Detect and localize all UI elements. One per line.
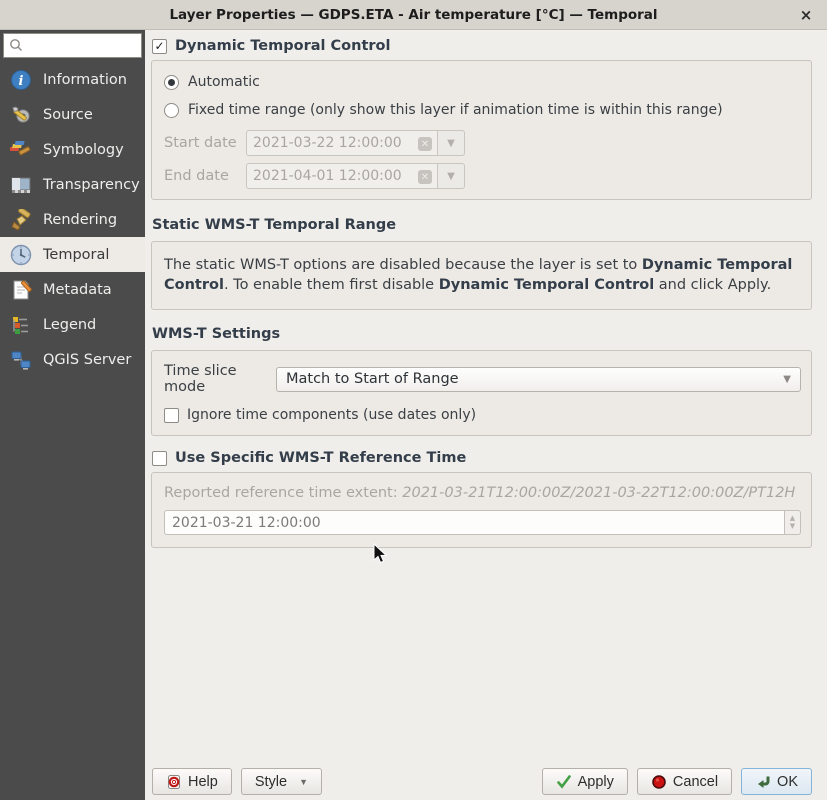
layer-properties-dialog: Layer Properties — GDPS.ETA - Air temper… <box>0 0 827 800</box>
start-date-row: Start date 2021-03-22 12:00:00✕ ▼ <box>164 130 801 156</box>
help-icon <box>166 774 182 790</box>
time-slice-mode-row: Time slice mode Match to Start of Range … <box>164 363 801 395</box>
titlebar[interactable]: Layer Properties — GDPS.ETA - Air temper… <box>0 0 827 30</box>
sidebar-item-qgis-server[interactable]: QGIS Server <box>0 342 145 377</box>
dialog-title: Layer Properties — GDPS.ETA - Air temper… <box>169 7 657 23</box>
checkbox-unchecked-icon[interactable] <box>164 408 179 423</box>
temporal-panel: ✓ Dynamic Temporal Control Automatic Fix… <box>145 30 827 800</box>
reference-time-field: 2021-03-21 12:00:00 ▲▼ <box>164 510 801 535</box>
search-input[interactable] <box>3 33 142 58</box>
properties-sidebar: i Information Source Symbology <box>0 30 145 800</box>
radio-selected-icon[interactable] <box>164 75 179 90</box>
clear-icon[interactable]: ✕ <box>418 137 432 151</box>
chevron-down-icon: ▼ <box>299 777 308 787</box>
checkbox-unchecked-icon[interactable] <box>152 451 167 466</box>
qgis-server-icon <box>9 348 33 372</box>
cancel-button-label: Cancel <box>673 774 718 790</box>
ok-button-label: OK <box>777 774 798 790</box>
sidebar-item-label: Metadata <box>43 282 112 298</box>
sidebar-item-source[interactable]: Source <box>0 97 145 132</box>
source-icon <box>9 103 33 127</box>
close-icon[interactable]: × <box>795 0 817 30</box>
static-wmst-heading: Static WMS-T Temporal Range <box>152 217 812 233</box>
sidebar-item-label: Source <box>43 107 93 123</box>
ignore-time-components-checkbox[interactable]: Ignore time components (use dates only) <box>164 407 801 423</box>
sidebar-item-label: Information <box>43 72 127 88</box>
sidebar-item-label: Temporal <box>43 247 109 263</box>
sidebar-item-label: Transparency <box>43 177 140 193</box>
spinner-buttons[interactable]: ▲▼ <box>784 510 801 535</box>
temporal-icon <box>9 243 33 267</box>
reported-reference-extent: Reported reference time extent: 2021-03-… <box>164 485 801 501</box>
reference-time-groupbox: Reported reference time extent: 2021-03-… <box>151 472 812 548</box>
use-reference-time-label: Use Specific WMS-T Reference Time <box>175 450 466 466</box>
chevron-down-icon: ▼ <box>783 374 791 385</box>
ok-button[interactable]: OK <box>741 768 812 795</box>
time-slice-mode-value: Match to Start of Range <box>286 371 459 387</box>
fixed-time-range-radio[interactable]: Fixed time range (only show this layer i… <box>164 102 801 118</box>
sidebar-item-information[interactable]: i Information <box>0 62 145 97</box>
wmst-settings-groupbox: Time slice mode Match to Start of Range … <box>151 350 812 436</box>
dynamic-temporal-control-checkbox[interactable]: ✓ Dynamic Temporal Control <box>152 38 812 54</box>
sidebar-item-transparency[interactable]: Transparency <box>0 167 145 202</box>
clear-icon[interactable]: ✕ <box>418 170 432 184</box>
sidebar-item-rendering[interactable]: Rendering <box>0 202 145 237</box>
checkbox-checked-icon[interactable]: ✓ <box>152 39 167 54</box>
dynamic-temporal-groupbox: Automatic Fixed time range (only show th… <box>151 60 812 200</box>
start-date-field: 2021-03-22 12:00:00✕ ▼ <box>246 130 465 156</box>
style-button[interactable]: Style ▼ <box>241 768 322 795</box>
cancel-button[interactable]: Cancel <box>637 768 732 795</box>
calendar-dropdown-button[interactable]: ▼ <box>438 163 465 189</box>
transparency-icon <box>9 173 33 197</box>
cancel-icon <box>651 774 667 790</box>
sidebar-item-label: Symbology <box>43 142 124 158</box>
sidebar-item-legend[interactable]: Legend <box>0 307 145 342</box>
use-reference-time-checkbox[interactable]: Use Specific WMS-T Reference Time <box>152 450 812 466</box>
information-icon: i <box>9 68 33 92</box>
calendar-dropdown-button[interactable]: ▼ <box>438 130 465 156</box>
sidebar-item-symbology[interactable]: Symbology <box>0 132 145 167</box>
sidebar-item-metadata[interactable]: Metadata <box>0 272 145 307</box>
legend-icon <box>9 313 33 337</box>
sidebar-item-temporal[interactable]: Temporal <box>0 237 145 272</box>
rendering-icon <box>9 208 33 232</box>
wmst-settings-heading: WMS-T Settings <box>152 326 812 342</box>
apply-button[interactable]: Apply <box>542 768 628 795</box>
time-slice-mode-select[interactable]: Match to Start of Range ▼ <box>276 367 801 392</box>
end-date-value[interactable]: 2021-04-01 12:00:00✕ <box>246 163 438 189</box>
sidebar-item-label: Rendering <box>43 212 117 228</box>
symbology-icon <box>9 138 33 162</box>
static-wmst-groupbox: The static WMS-T options are disabled be… <box>151 241 812 310</box>
dynamic-temporal-control-label: Dynamic Temporal Control <box>175 38 390 54</box>
style-button-label: Style <box>255 774 287 790</box>
radio-unselected-icon[interactable] <box>164 103 179 118</box>
sidebar-item-label: Legend <box>43 317 96 333</box>
end-date-row: End date 2021-04-01 12:00:00✕ ▼ <box>164 163 801 189</box>
sidebar-search <box>3 33 142 58</box>
end-date-field: 2021-04-01 12:00:00✕ ▼ <box>246 163 465 189</box>
ok-arrow-icon <box>755 774 771 790</box>
ignore-time-components-label: Ignore time components (use dates only) <box>187 407 476 423</box>
start-date-label: Start date <box>164 135 246 151</box>
sidebar-item-label: QGIS Server <box>43 352 131 368</box>
help-button-label: Help <box>188 774 218 790</box>
svg-text:i: i <box>19 74 24 89</box>
automatic-label: Automatic <box>188 74 260 90</box>
search-icon <box>9 38 23 52</box>
end-date-label: End date <box>164 168 246 184</box>
spin-down-icon: ▼ <box>790 523 795 531</box>
dialog-button-box: Help Style ▼ Apply <box>149 768 812 798</box>
apply-button-label: Apply <box>578 774 614 790</box>
automatic-radio[interactable]: Automatic <box>164 74 801 90</box>
fixed-time-range-label: Fixed time range (only show this layer i… <box>188 102 723 118</box>
static-wmst-notice: The static WMS-T options are disabled be… <box>162 253 801 297</box>
start-date-value[interactable]: 2021-03-22 12:00:00✕ <box>246 130 438 156</box>
apply-check-icon <box>556 774 572 790</box>
help-button[interactable]: Help <box>152 768 232 795</box>
time-slice-mode-label: Time slice mode <box>164 363 276 395</box>
reference-time-value[interactable]: 2021-03-21 12:00:00 <box>164 510 784 535</box>
metadata-icon <box>9 278 33 302</box>
